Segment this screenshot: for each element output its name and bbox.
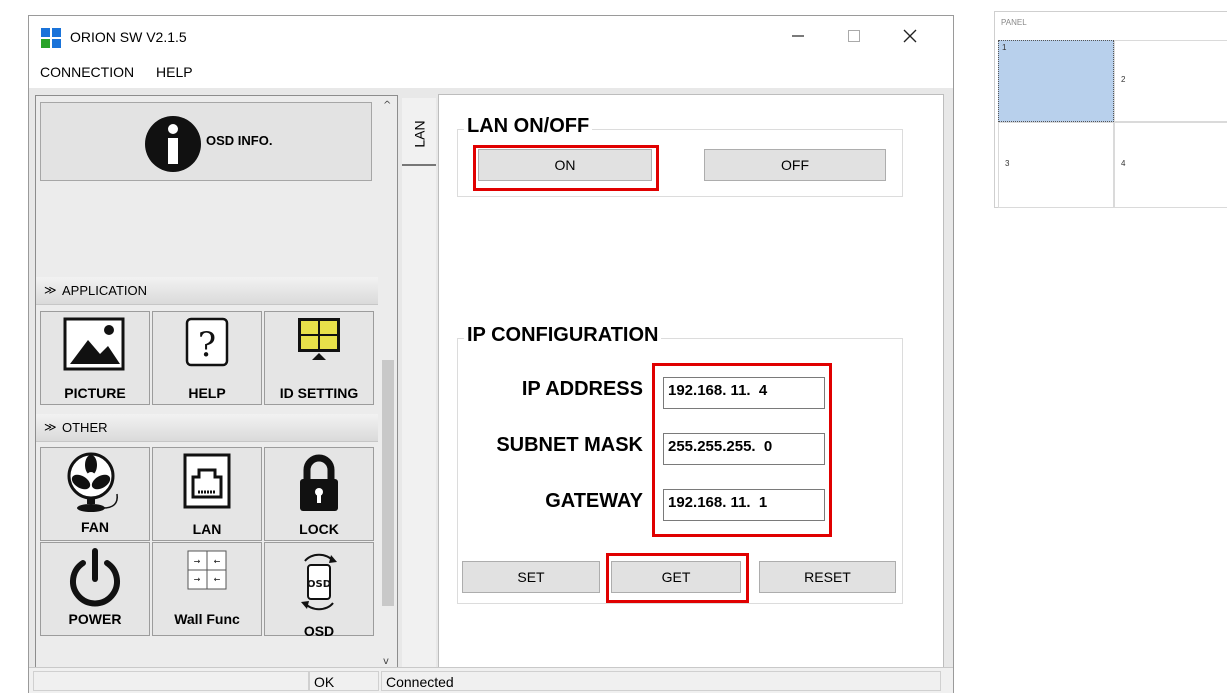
picture-button[interactable]: PICTURE xyxy=(40,311,150,405)
scroll-down-icon[interactable]: v xyxy=(383,656,389,667)
panel-cell-4[interactable]: 4 xyxy=(1114,122,1227,208)
panel-cell-2[interactable]: 2 xyxy=(1114,40,1227,122)
svg-text:←: ← xyxy=(214,575,221,584)
fan-button[interactable]: FAN xyxy=(40,447,150,541)
tile-label: POWER xyxy=(68,611,122,627)
ip-address-label: IP ADDRESS xyxy=(521,378,643,400)
tile-label: ID SETTING xyxy=(279,385,359,401)
highlight-frame xyxy=(652,363,832,537)
panel-title: PANEL xyxy=(1001,18,1027,27)
window-title: ORION SW V2.1.5 xyxy=(70,29,187,45)
collapse-chevron-icon: ≫ xyxy=(44,420,57,434)
info-icon xyxy=(145,116,201,172)
wall-func-button[interactable]: → ← → ← Wall Func xyxy=(152,542,262,636)
section-title: OTHER xyxy=(62,420,108,435)
panel-cell-number: 3 xyxy=(1005,159,1010,168)
svg-text:←: ← xyxy=(214,557,221,566)
osd-info-label: OSD INFO. xyxy=(206,133,273,148)
picture-icon xyxy=(63,317,125,371)
title-bar: ORION SW V2.1.5 xyxy=(29,16,953,58)
power-icon xyxy=(70,548,120,607)
osd-button[interactable]: OSD OSD xyxy=(264,542,374,639)
app-window: ORION SW V2.1.5 CONNECTION HELP OSD INFO… xyxy=(28,15,954,693)
minimize-icon xyxy=(792,35,804,37)
id-setting-button[interactable]: ID SETTING xyxy=(264,311,374,405)
lan-off-button[interactable]: OFF xyxy=(704,149,886,181)
lock-button[interactable]: LOCK xyxy=(264,447,374,541)
video-wall-icon xyxy=(298,318,340,360)
panel-cell-number: 4 xyxy=(1121,159,1126,168)
tile-label: HELP xyxy=(188,385,226,401)
tile-label: LAN xyxy=(192,521,222,537)
close-button[interactable] xyxy=(887,16,933,56)
menu-help[interactable]: HELP xyxy=(156,64,193,80)
scroll-up-icon[interactable]: ^ xyxy=(383,100,391,111)
menu-connection[interactable]: CONNECTION xyxy=(40,64,134,80)
panel-cell-number: 1 xyxy=(1002,43,1007,52)
osd-rotate-icon: OSD xyxy=(301,553,337,611)
section-title: APPLICATION xyxy=(62,283,148,298)
tile-label: LOCK xyxy=(299,521,339,537)
reset-button[interactable]: RESET xyxy=(759,561,896,593)
svg-text:?: ? xyxy=(198,325,216,365)
highlight-frame xyxy=(606,553,749,603)
client-area: OSD INFO. ≫ APPLICATION PICTURE ? HELP I… xyxy=(29,88,953,682)
ethernet-port-icon xyxy=(183,453,231,509)
lan-settings-panel: LAN ON/OFF ON OFF IP CONFIGURATION IP AD… xyxy=(438,94,944,670)
close-icon xyxy=(903,29,917,43)
subnet-mask-label: SUBNET MASK xyxy=(496,434,643,456)
svg-text:→: → xyxy=(194,575,201,584)
tile-label: FAN xyxy=(81,519,109,535)
tile-label: PICTURE xyxy=(64,385,126,401)
set-button[interactable]: SET xyxy=(462,561,600,593)
wall-grid-icon: → ← → ← xyxy=(187,550,227,590)
osd-info-button[interactable]: OSD INFO. xyxy=(40,102,372,181)
section-header-application[interactable]: ≫ APPLICATION xyxy=(36,277,378,305)
collapse-chevron-icon: ≫ xyxy=(44,283,57,297)
panel-cell-number: 2 xyxy=(1121,75,1126,84)
tile-label: OSD xyxy=(303,623,335,639)
function-panel: OSD INFO. ≫ APPLICATION PICTURE ? HELP I… xyxy=(35,95,398,673)
fan-icon xyxy=(67,452,118,512)
highlight-frame xyxy=(473,145,659,191)
lan-onoff-title: LAN ON/OFF xyxy=(464,115,593,138)
tab-lan-label: LAN xyxy=(411,120,428,148)
power-button[interactable]: POWER xyxy=(40,542,150,636)
lock-icon xyxy=(300,454,338,511)
connection-status: Connected xyxy=(381,671,941,691)
app-logo-icon xyxy=(41,28,61,48)
question-icon: ? xyxy=(185,317,229,367)
maximize-icon xyxy=(848,30,860,42)
status-bar: OK Connected xyxy=(29,667,953,693)
minimize-button[interactable] xyxy=(775,16,821,56)
section-header-other[interactable]: ≫ OTHER xyxy=(36,414,378,442)
status-progress xyxy=(33,671,309,691)
tile-label: Wall Func xyxy=(174,611,240,627)
panel-cell-3[interactable]: 3 xyxy=(998,122,1114,208)
help-button[interactable]: ? HELP xyxy=(152,311,262,405)
lan-button[interactable]: LAN xyxy=(152,447,262,541)
left-panel-scrollbar[interactable]: ^ v xyxy=(380,100,396,670)
tab-strip: LAN xyxy=(402,98,436,668)
svg-text:→: → xyxy=(194,557,201,566)
scroll-thumb[interactable] xyxy=(382,360,394,606)
panel-layout-preview: PANEL 1 2 3 4 xyxy=(994,11,1227,208)
status-text: OK xyxy=(309,671,379,691)
ip-config-title: IP CONFIGURATION xyxy=(464,324,662,347)
svg-text:OSD: OSD xyxy=(307,579,331,590)
tab-lan[interactable]: LAN xyxy=(402,98,436,166)
panel-cell-1[interactable]: 1 xyxy=(998,40,1114,122)
menu-bar: CONNECTION HELP xyxy=(29,58,953,86)
gateway-label: GATEWAY xyxy=(545,490,643,512)
maximize-button[interactable] xyxy=(831,16,877,56)
